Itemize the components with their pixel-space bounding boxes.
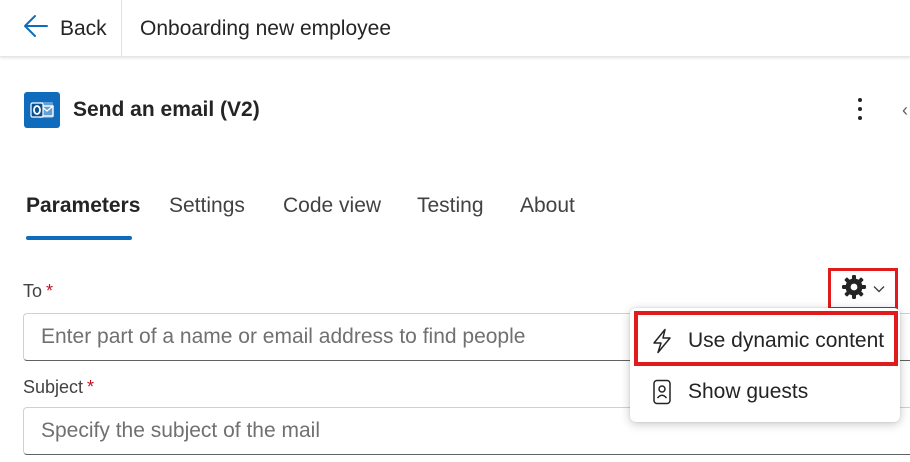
- menu-item-show-guests[interactable]: Show guests: [630, 364, 900, 420]
- to-placeholder: Enter part of a name or email address to…: [41, 325, 526, 348]
- outlook-icon: [24, 92, 60, 128]
- back-button[interactable]: Back: [0, 0, 122, 57]
- back-label: Back: [60, 16, 107, 40]
- menu-item-label: Use dynamic content: [688, 329, 885, 352]
- more-dot: [858, 116, 862, 120]
- menu-item-use-dynamic-content[interactable]: Use dynamic content: [630, 313, 900, 369]
- required-mark: *: [87, 377, 95, 397]
- required-mark: *: [46, 281, 54, 301]
- chevron-down-icon: [873, 280, 885, 298]
- gear-icon: [841, 274, 867, 305]
- flow-title: Onboarding new employee: [140, 16, 391, 40]
- subject-label: Subject *: [23, 377, 94, 398]
- tab-about[interactable]: About: [520, 194, 575, 218]
- subject-placeholder: Specify the subject of the mail: [41, 419, 320, 442]
- active-tab-indicator: [26, 236, 132, 240]
- tab-code-view[interactable]: Code view: [283, 194, 381, 218]
- tab-parameters[interactable]: Parameters: [26, 194, 140, 218]
- tab-settings[interactable]: Settings: [169, 194, 245, 218]
- subject-label-text: Subject: [23, 377, 84, 397]
- more-options-button[interactable]: [846, 92, 874, 126]
- action-title: Send an email (V2): [73, 98, 260, 121]
- more-dot: [858, 107, 862, 111]
- menu-item-label: Show guests: [688, 380, 809, 403]
- arrow-left-icon: [22, 12, 50, 45]
- contact-card-icon: [650, 379, 674, 405]
- top-bar: Back Onboarding new employee: [0, 0, 910, 57]
- to-label-text: To: [23, 281, 43, 301]
- tab-testing[interactable]: Testing: [417, 194, 484, 218]
- to-label: To *: [23, 281, 53, 302]
- lightning-icon: [650, 328, 674, 354]
- field-options-menu: Use dynamic content Show guests: [630, 308, 900, 422]
- more-dot: [858, 98, 862, 102]
- field-options-button[interactable]: [828, 268, 898, 310]
- action-header: Send an email (V2): [24, 92, 260, 128]
- collapse-panel-icon[interactable]: ‹: [902, 100, 908, 121]
